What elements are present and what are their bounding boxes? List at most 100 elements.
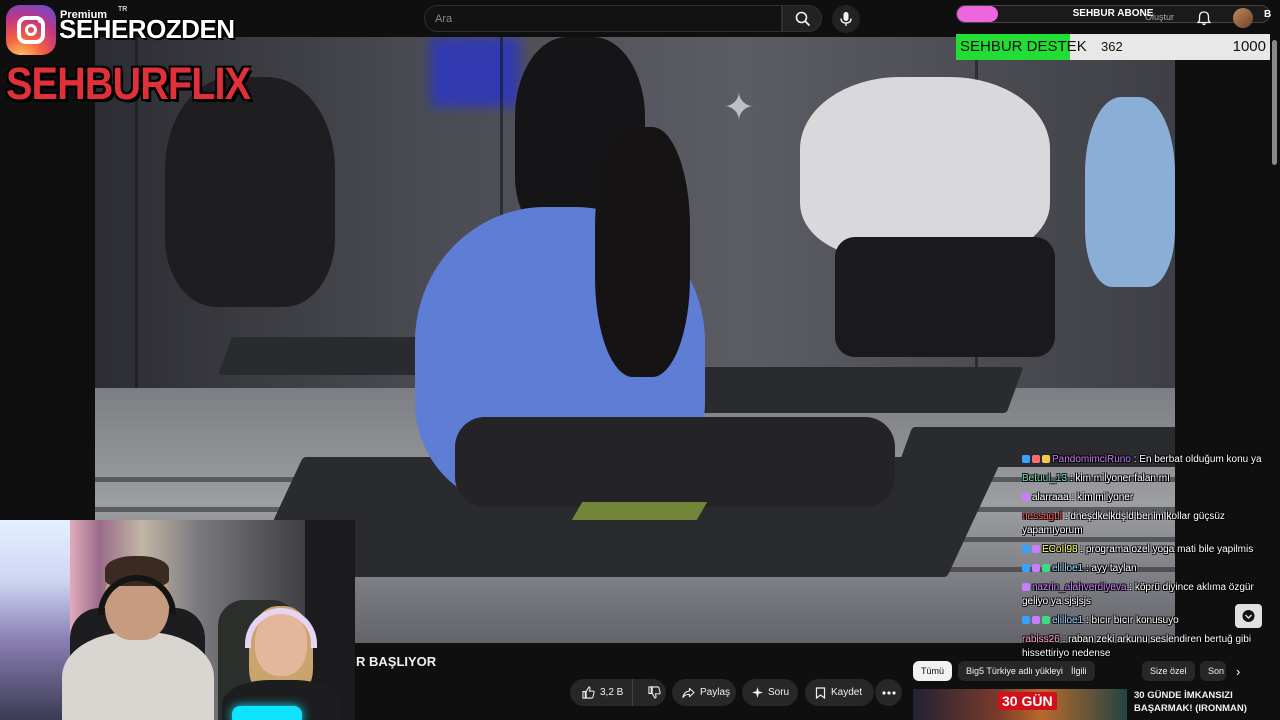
share-icon bbox=[682, 687, 695, 698]
chat-text: kim milyoner bbox=[1077, 492, 1134, 503]
chat-username[interactable]: alarraaa bbox=[1032, 492, 1069, 503]
chat-separator: : bbox=[1068, 492, 1078, 503]
page-scrollbar[interactable] bbox=[1272, 40, 1277, 165]
chat-separator: : bbox=[1126, 582, 1135, 593]
chat-message: alarraaa : kim milyoner bbox=[1022, 491, 1280, 505]
chat-badge-icon bbox=[1042, 564, 1050, 572]
support-goal-label: SEHBUR DESTEK bbox=[960, 38, 1087, 55]
chat-message: PandomimciRuno : En berbat olduğum konu … bbox=[1022, 453, 1280, 467]
search-button[interactable] bbox=[782, 5, 822, 32]
save-label: Kaydet bbox=[831, 687, 863, 698]
more-horizontal-icon bbox=[881, 690, 896, 695]
chat-username[interactable]: rabiss26 bbox=[1022, 634, 1060, 645]
ask-label: Soru bbox=[768, 687, 790, 698]
chip-for-you[interactable]: Size özel bbox=[1142, 661, 1195, 681]
chat-overlay: PandomimciRuno : En berbat olduğum konu … bbox=[1022, 453, 1280, 687]
stream-screen: ✦ Premium TR SEHEROZDEN SEHBURFLIX SEHBU… bbox=[0, 0, 1280, 720]
account-avatar[interactable] bbox=[1233, 8, 1253, 28]
more-actions-button[interactable] bbox=[875, 679, 902, 706]
chat-scroll-down-button[interactable] bbox=[1235, 604, 1262, 628]
chat-username[interactable]: elilloe1 bbox=[1052, 563, 1083, 574]
search-icon bbox=[795, 11, 811, 27]
chip-recent[interactable]: Son bbox=[1200, 661, 1226, 681]
stream-brand-logo: SEHBURFLIX bbox=[6, 58, 251, 109]
chat-username[interactable]: ECoIi98 bbox=[1042, 544, 1078, 555]
bookmark-icon bbox=[815, 686, 826, 699]
chat-text: En berbat olduğum konu ya bbox=[1139, 454, 1262, 465]
chip-all[interactable]: Tümü bbox=[913, 661, 953, 681]
like-button[interactable]: 3,2 B bbox=[570, 679, 634, 706]
dislike-button[interactable] bbox=[638, 679, 662, 706]
chat-separator: : bbox=[1077, 544, 1086, 555]
chevron-right-icon[interactable]: › bbox=[1236, 664, 1250, 679]
microphone-icon bbox=[840, 12, 852, 26]
share-button[interactable]: Paylaş bbox=[672, 679, 736, 706]
subscriber-goal-label: SEHBUR ABONE bbox=[1072, 8, 1154, 19]
chat-badge-icon bbox=[1022, 616, 1030, 624]
subscriber-goal-bar: SEHBUR ABONE bbox=[956, 5, 1270, 23]
save-button[interactable]: Kaydet bbox=[805, 679, 874, 706]
video-scene-person bbox=[165, 77, 335, 307]
like-dislike-group: 3,2 B bbox=[570, 679, 666, 706]
premium-region: TR bbox=[118, 6, 128, 13]
chat-badge-icon bbox=[1022, 583, 1030, 591]
ask-button[interactable]: Soru bbox=[742, 679, 798, 706]
chat-badge-icon bbox=[1042, 616, 1050, 624]
chat-message: Betuul_13 : kim milyoner falan mı bbox=[1022, 472, 1280, 486]
chat-badge-icon bbox=[1022, 545, 1030, 553]
video-scene-person bbox=[1085, 97, 1175, 287]
microphone-light bbox=[232, 706, 302, 720]
chat-username[interactable]: nessagul bbox=[1022, 511, 1062, 522]
sparkle-icon bbox=[752, 687, 763, 698]
chat-badge-icon bbox=[1032, 564, 1040, 572]
chat-badge-icon bbox=[1032, 455, 1040, 463]
video-scene-sparkle-icon: ✦ bbox=[723, 87, 755, 129]
chip-related[interactable]: İlgili bbox=[1063, 661, 1095, 681]
thumbnail-timer-text: 30 GÜN bbox=[998, 692, 1057, 710]
support-goal-bar: SEHBUR DESTEK 362 1000 bbox=[956, 34, 1270, 60]
recommended-video-title[interactable]: 30 GÜNDE İMKANSIZI BAŞARMAK! (IRONMAN) bbox=[1134, 689, 1274, 715]
thumbs-down-icon bbox=[648, 686, 662, 699]
chat-badge-icon bbox=[1032, 545, 1040, 553]
chat-username[interactable]: Betuul_13 bbox=[1022, 473, 1067, 484]
chat-message: elilloe1 : ayy taylan bbox=[1022, 562, 1280, 576]
webcam-background-art bbox=[0, 520, 70, 720]
thumbs-up-icon bbox=[582, 686, 595, 699]
chat-username[interactable]: PandomimciRuno bbox=[1052, 454, 1131, 465]
account-initial: B bbox=[1264, 9, 1272, 20]
chat-message: ECoIi98 : programa ozel yoga mati bile y… bbox=[1022, 543, 1280, 557]
video-scene-person bbox=[800, 77, 1050, 257]
video-scene-mat bbox=[686, 367, 1024, 413]
video-scene-person bbox=[455, 417, 895, 507]
chat-badge-icon bbox=[1022, 493, 1030, 501]
create-button[interactable]: Oluştur bbox=[1145, 12, 1174, 22]
chat-text: bıcır bıcır konusuyo bbox=[1091, 615, 1179, 626]
search-input[interactable] bbox=[435, 6, 765, 31]
chat-badge-icon bbox=[1042, 455, 1050, 463]
support-goal-current: 362 bbox=[1101, 39, 1123, 54]
instagram-handle: SEHEROZDEN bbox=[59, 14, 235, 44]
video-scene-mat-logo bbox=[571, 502, 708, 520]
instagram-icon bbox=[6, 5, 56, 55]
video-title: R BAŞLIYOR bbox=[356, 654, 437, 669]
recommended-video-thumbnail[interactable]: 30 GÜN bbox=[913, 689, 1127, 720]
arrow-down-icon bbox=[1242, 610, 1255, 622]
video-scene-person bbox=[595, 127, 690, 377]
video-scene-light bbox=[430, 37, 520, 107]
notifications-icon[interactable] bbox=[1196, 10, 1212, 26]
chat-separator: : bbox=[1059, 634, 1069, 645]
chat-text: programa ozel yoga mati bile yapilmis bbox=[1085, 544, 1254, 555]
support-goal-target: 1000 bbox=[1232, 38, 1266, 55]
chat-message: rabiss26 : raban zeki arkunu seslendiren… bbox=[1022, 633, 1280, 661]
chat-message: nessagul : dneşdkelkdşld benim kollar gü… bbox=[1022, 510, 1280, 538]
chat-username[interactable]: elilloe1 bbox=[1052, 615, 1083, 626]
chat-text: ayy taylan bbox=[1091, 563, 1137, 574]
voice-search-button[interactable] bbox=[832, 5, 860, 33]
webcam-overlay bbox=[0, 520, 355, 720]
chat-username[interactable]: nazrin_alahverdiyeva bbox=[1032, 582, 1127, 593]
chat-badge-icon bbox=[1022, 455, 1030, 463]
chat-badge-icon bbox=[1022, 564, 1030, 572]
chat-badge-icon bbox=[1032, 616, 1040, 624]
share-label: Paylaş bbox=[700, 687, 731, 698]
chat-text: kim milyoner falan mı bbox=[1075, 473, 1170, 484]
